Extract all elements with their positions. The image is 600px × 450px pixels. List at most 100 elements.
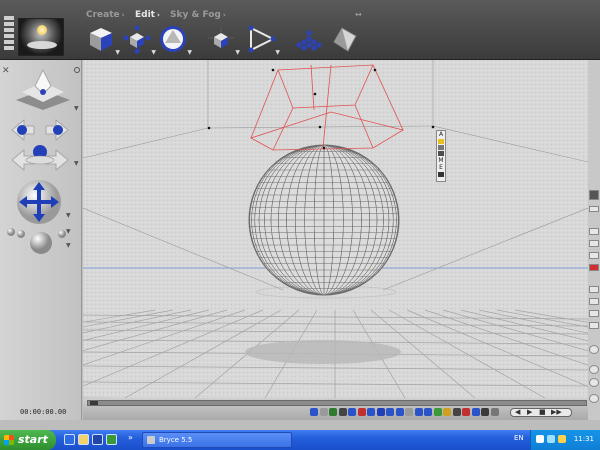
material-crystal-icon[interactable] xyxy=(330,24,360,54)
resize-arrows-icon[interactable]: ▼ xyxy=(122,24,156,56)
library-item-icon[interactable] xyxy=(433,408,442,416)
top-toolbar: Create › Edit › Sky & Fog › ↔ ▼ ▼ ▼ ▼ ▼ xyxy=(0,0,600,60)
start-button[interactable]: start xyxy=(0,430,56,450)
record-icon[interactable] xyxy=(589,264,599,271)
timeline-scrubber[interactable] xyxy=(90,401,98,405)
library-item-icon[interactable] xyxy=(357,408,366,416)
play-icon[interactable]: ▶ xyxy=(527,408,532,416)
tab-sky-fog[interactable]: Sky & Fog › xyxy=(170,10,226,20)
library-item-icon[interactable] xyxy=(405,408,413,416)
library-item-icon[interactable] xyxy=(452,408,461,416)
right-tool-strip xyxy=(588,60,600,420)
library-item-icon[interactable] xyxy=(490,408,499,416)
library-item-icon[interactable] xyxy=(338,408,347,416)
pad-dropdown-icon[interactable]: ▼ xyxy=(66,212,71,219)
strip-button-8[interactable] xyxy=(589,322,599,329)
library-item-icon[interactable] xyxy=(367,408,375,416)
nano-preview[interactable] xyxy=(18,18,64,56)
strip-button-6[interactable] xyxy=(589,298,599,305)
clock: 11:31 xyxy=(573,435,594,443)
windows-taskbar: start » Bryce 5.5 EN 11:31 xyxy=(0,430,600,450)
stop-icon[interactable]: ■ xyxy=(539,408,546,416)
camera-trackball-icon[interactable] xyxy=(8,116,72,174)
view-control-icon[interactable] xyxy=(14,68,72,112)
sphere-wireframe[interactable] xyxy=(248,144,400,296)
tray-icon-1[interactable] xyxy=(536,435,544,443)
library-item-icon[interactable] xyxy=(395,408,404,416)
tab-edit[interactable]: Edit › xyxy=(135,10,160,20)
close-x-icon[interactable]: ✕ xyxy=(2,66,10,76)
preview-plate xyxy=(27,41,57,49)
selection-label-e[interactable]: E xyxy=(437,164,445,171)
strip-button-3[interactable] xyxy=(589,240,599,247)
detail-level-indicator[interactable] xyxy=(4,16,14,56)
collapse-icon[interactable]: ↔ xyxy=(355,10,362,19)
options-dot-icon[interactable] xyxy=(74,67,80,73)
strip-button-7[interactable] xyxy=(589,310,599,317)
library-item-icon[interactable] xyxy=(414,408,423,416)
quicklaunch-icon[interactable] xyxy=(106,434,117,445)
strip-button-2[interactable] xyxy=(589,228,599,235)
reposition-icon[interactable]: ▼ xyxy=(206,24,240,56)
pan-icon[interactable] xyxy=(589,394,599,403)
media-icon[interactable] xyxy=(92,434,103,445)
library-item-icon[interactable] xyxy=(348,408,356,416)
tray-icon-3[interactable] xyxy=(558,435,566,443)
library-item-icon[interactable] xyxy=(481,408,489,416)
library-item-icon[interactable] xyxy=(376,408,385,416)
terrain-grid-icon[interactable] xyxy=(294,24,324,54)
library-item-icon[interactable] xyxy=(462,408,470,416)
strip-button-5[interactable] xyxy=(589,286,599,293)
trackball-dropdown-icon[interactable]: ▼ xyxy=(74,160,79,167)
language-indicator[interactable]: EN xyxy=(514,434,524,442)
timecode-display: 00:00:00.00 xyxy=(20,408,67,416)
sphere-rotate-icon[interactable]: ▼ xyxy=(158,24,192,56)
select-group-icon[interactable] xyxy=(438,145,444,150)
render-dropdown-top-icon[interactable]: ▼ xyxy=(66,228,71,235)
select-2d-icon[interactable] xyxy=(438,151,444,156)
selection-label-m[interactable]: M xyxy=(437,157,445,164)
zoom-in-icon[interactable] xyxy=(589,365,599,374)
brush-icon[interactable] xyxy=(589,190,599,200)
library-item-icon[interactable] xyxy=(471,408,480,416)
library-item-icon[interactable] xyxy=(310,408,318,416)
strip-button-4[interactable] xyxy=(589,252,599,259)
bryce-app-icon xyxy=(147,436,155,444)
scene-viewport[interactable]: A M E xyxy=(83,60,588,398)
taskbar-item-bryce[interactable]: Bryce 5.5 xyxy=(142,432,292,448)
forward-icon[interactable]: ▶▶ xyxy=(551,408,562,416)
select-lock-icon[interactable] xyxy=(438,172,444,177)
library-item-icon[interactable] xyxy=(329,408,337,416)
rewind-icon[interactable]: ◀ xyxy=(515,408,520,416)
tray-icon-2[interactable] xyxy=(547,435,555,443)
select-cube-icon[interactable]: ▼ xyxy=(86,24,120,56)
library-item-icon[interactable] xyxy=(319,408,328,416)
render-dropdown-bottom-icon[interactable]: ▼ xyxy=(66,242,71,249)
library-item-icon[interactable] xyxy=(443,408,451,416)
system-tray: 11:31 xyxy=(530,430,600,450)
bryce-window: Create › Edit › Sky & Fog › ↔ ▼ ▼ ▼ ▼ ▼ … xyxy=(0,0,600,430)
animation-timeline[interactable] xyxy=(87,400,587,406)
light-glow-icon xyxy=(37,25,47,35)
scene-canvas[interactable] xyxy=(83,60,588,398)
view-dropdown-icon[interactable]: ▼ xyxy=(74,105,79,112)
sphere-shadow xyxy=(245,340,401,364)
library-item-icon[interactable] xyxy=(386,408,394,416)
align-triangle-icon[interactable]: ▼ xyxy=(246,24,280,56)
windows-flag-icon xyxy=(4,435,14,445)
playback-controls[interactable]: ◀ ▶ ■ ▶▶ xyxy=(510,408,572,417)
strip-button-1[interactable] xyxy=(589,206,599,212)
bottom-bar: ◀ ▶ ■ ▶▶ xyxy=(83,398,588,420)
ie-icon[interactable] xyxy=(64,434,75,445)
library-item-icon[interactable] xyxy=(424,408,432,416)
selection-palette[interactable]: A M E xyxy=(436,130,446,182)
camera-control-palette: ✕ ▼ ▼ ▼ ▼ ▼ 00:00:00.00 xyxy=(0,60,82,420)
quicklaunch-expand-icon[interactable]: » xyxy=(128,433,133,442)
folder-icon[interactable] xyxy=(78,434,89,445)
tab-create[interactable]: Create › xyxy=(86,10,125,20)
strip-globe-icon[interactable] xyxy=(589,345,599,354)
selection-label-a[interactable]: A xyxy=(437,131,445,138)
zoom-out-icon[interactable] xyxy=(589,378,599,387)
direction-pad-icon[interactable] xyxy=(14,178,64,226)
select-light-icon[interactable] xyxy=(438,139,444,144)
